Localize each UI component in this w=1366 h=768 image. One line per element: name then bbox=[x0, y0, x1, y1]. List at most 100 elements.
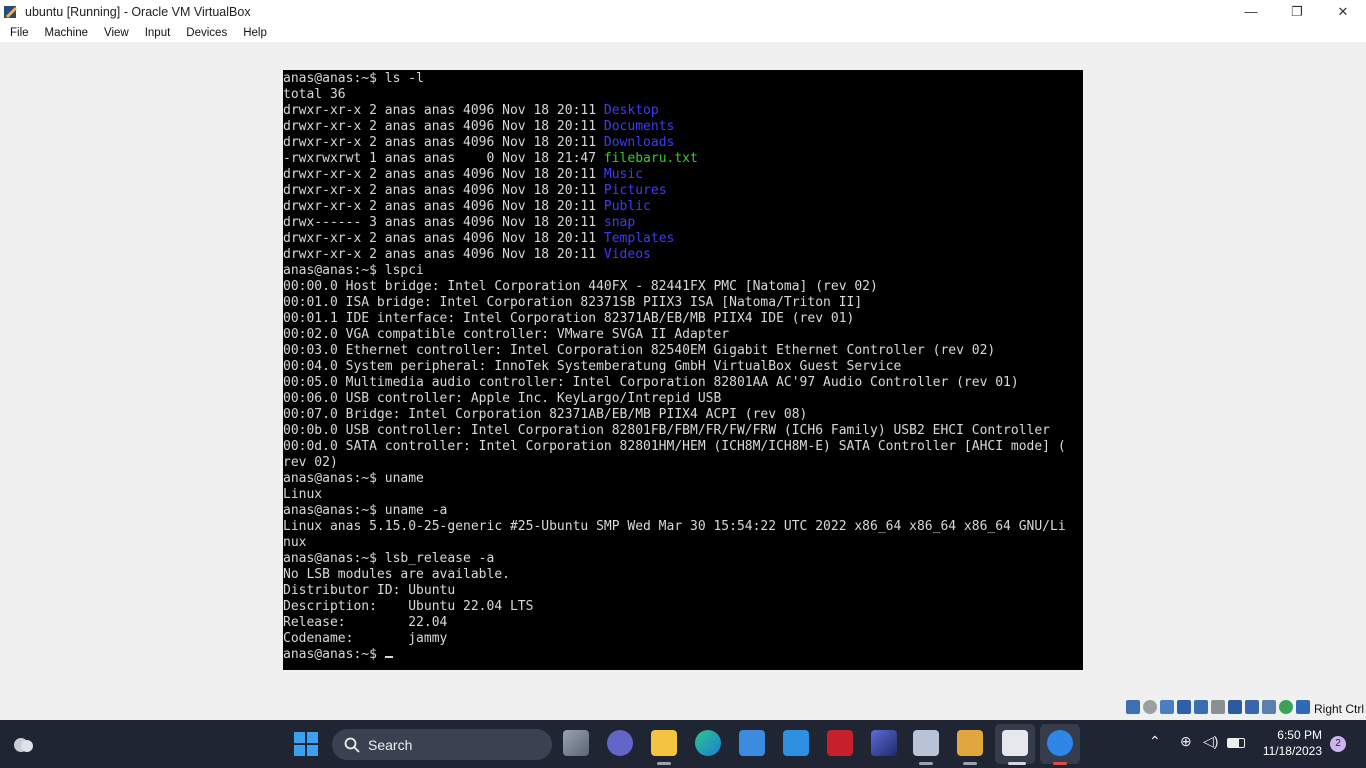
notification-badge[interactable]: 2 bbox=[1330, 736, 1346, 752]
shared-folders-icon[interactable] bbox=[1211, 700, 1225, 714]
terminal-line-text: 00:0b.0 USB controller: Intel Corporatio… bbox=[283, 423, 1051, 438]
teams-chat-icon[interactable] bbox=[607, 730, 633, 756]
windows-start-icon[interactable] bbox=[294, 732, 318, 756]
terminal-line: Distributor ID: Ubuntu bbox=[283, 583, 1066, 599]
clock-time: 6:50 PM bbox=[1277, 728, 1322, 742]
guest-additions-icon[interactable] bbox=[1279, 700, 1293, 714]
microsoft-store-icon[interactable] bbox=[739, 730, 765, 756]
terminal-line-text: anas@anas:~$ uname -a bbox=[283, 503, 448, 518]
terminal-line: 00:02.0 VGA compatible controller: VMwar… bbox=[283, 327, 1066, 343]
display-icon[interactable] bbox=[1228, 700, 1242, 714]
menu-file[interactable]: File bbox=[4, 27, 35, 39]
clock-date: 11/18/2023 bbox=[1262, 744, 1322, 758]
host-key-label: Right Ctrl bbox=[1313, 702, 1364, 716]
show-hidden-icons-chevron-icon[interactable]: ⌃ bbox=[1149, 733, 1161, 750]
file-name: Documents bbox=[603, 119, 675, 134]
terminal-line: 00:0b.0 USB controller: Intel Corporatio… bbox=[283, 423, 1066, 439]
weather-icon[interactable] bbox=[10, 732, 36, 756]
terminal-line-text: drwxr-xr-x 2 anas anas 4096 Nov 18 20:11 bbox=[283, 135, 604, 150]
terminal-line-text: 00:0d.0 SATA controller: Intel Corporati… bbox=[283, 439, 1066, 454]
terminal-line-text: No LSB modules are available. bbox=[283, 567, 510, 582]
terminal-line: rev 02) bbox=[283, 455, 1066, 471]
terminal-line-text: anas@anas:~$ uname bbox=[283, 471, 424, 486]
audio-icon[interactable] bbox=[1160, 700, 1174, 714]
terminal-line-text: drwxr-xr-x 2 anas anas 4096 Nov 18 20:11 bbox=[283, 247, 604, 262]
terminal-line: 00:06.0 USB controller: Apple Inc. KeyLa… bbox=[283, 391, 1066, 407]
terminal-line-text: 00:01.1 IDE interface: Intel Corporation… bbox=[283, 311, 855, 326]
terminal-line-text: -rwxrwxrwt 1 anas anas 0 Nov 18 21:47 bbox=[283, 151, 604, 166]
virtualbox-vm-icon[interactable] bbox=[1002, 730, 1028, 756]
volume-icon[interactable]: ◁) bbox=[1203, 733, 1218, 750]
taskbar-search[interactable]: Search bbox=[332, 729, 552, 760]
menu-machine[interactable]: Machine bbox=[39, 27, 94, 39]
file-name: Music bbox=[603, 167, 644, 182]
terminal-line: drwxr-xr-x 2 anas anas 4096 Nov 18 20:11… bbox=[283, 135, 1066, 151]
terminal-line-text: drwxr-xr-x 2 anas anas 4096 Nov 18 20:11 bbox=[283, 167, 604, 182]
battery-icon[interactable] bbox=[1227, 738, 1245, 748]
terminal-line: 00:0d.0 SATA controller: Intel Corporati… bbox=[283, 439, 1066, 455]
menu-help[interactable]: Help bbox=[237, 27, 273, 39]
terminal-line-text: rev 02) bbox=[283, 455, 338, 470]
task-view-icon[interactable] bbox=[563, 730, 589, 756]
terminal-line-text: 00:02.0 VGA compatible controller: VMwar… bbox=[283, 327, 730, 342]
edge-browser-icon[interactable] bbox=[695, 730, 721, 756]
terminal-line-text: 00:05.0 Multimedia audio controller: Int… bbox=[283, 375, 1019, 390]
media-app-icon[interactable] bbox=[871, 730, 897, 756]
window-title: ubuntu [Running] - Oracle VM VirtualBox bbox=[25, 4, 251, 19]
hard-disk-icon[interactable] bbox=[1126, 700, 1140, 714]
terminal-line-text: total 36 bbox=[283, 87, 346, 102]
file-explorer-indicator bbox=[657, 762, 671, 765]
terminal-line: total 36 bbox=[283, 87, 1066, 103]
terminal-line: drwxr-xr-x 2 anas anas 4096 Nov 18 20:11… bbox=[283, 247, 1066, 263]
taskbar-clock[interactable]: 6:50 PM 11/18/2023 bbox=[1263, 727, 1322, 759]
terminal-line: Codename: jammy bbox=[283, 631, 1066, 647]
terminal-line: drwxr-xr-x 2 anas anas 4096 Nov 18 20:11… bbox=[283, 183, 1066, 199]
terminal-output: anas@anas:~$ ls -l total 36 drwxr-xr-x 2 a… bbox=[283, 71, 1066, 663]
file-name: filebaru.txt bbox=[603, 151, 698, 166]
terminal-line: 00:00.0 Host bridge: Intel Corporation 4… bbox=[283, 279, 1066, 295]
terminal-line: 00:07.0 Bridge: Intel Corporation 82371A… bbox=[283, 407, 1066, 423]
image-app-icon[interactable] bbox=[957, 730, 983, 756]
cpu-icon[interactable] bbox=[1262, 700, 1276, 714]
terminal-line: 00:04.0 System peripheral: InnoTek Syste… bbox=[283, 359, 1066, 375]
search-icon bbox=[344, 737, 360, 753]
menu-devices[interactable]: Devices bbox=[180, 27, 233, 39]
virtualbox-manager-icon[interactable] bbox=[913, 730, 939, 756]
taskbar bbox=[0, 720, 1366, 768]
menu-view[interactable]: View bbox=[98, 27, 135, 39]
terminal-line-text: drwxr-xr-x 2 anas anas 4096 Nov 18 20:11 bbox=[283, 103, 604, 118]
vm-console[interactable]: anas@anas:~$ ls -l total 36 drwxr-xr-x 2 a… bbox=[283, 70, 1083, 670]
language-globe-icon[interactable]: ⊕ bbox=[1180, 733, 1192, 750]
network-icon[interactable] bbox=[1177, 700, 1191, 714]
close-button[interactable]: ✕ bbox=[1320, 0, 1366, 23]
terminal-line-text: drwx------ 3 anas anas 4096 Nov 18 20:11 bbox=[283, 215, 604, 230]
image-app-indicator bbox=[963, 762, 977, 765]
status-bar: Right Ctrl bbox=[0, 696, 1366, 720]
menu-input[interactable]: Input bbox=[139, 27, 177, 39]
terminal-line-text: Codename: jammy bbox=[283, 631, 448, 646]
terminal-line-text: 00:07.0 Bridge: Intel Corporation 82371A… bbox=[283, 407, 808, 422]
terminal-line-text: Linux anas 5.15.0-25-generic #25-Ubuntu … bbox=[283, 519, 1066, 534]
file-name: Pictures bbox=[603, 183, 667, 198]
search-label: Search bbox=[368, 736, 413, 753]
terminal-line: drwxr-xr-x 2 anas anas 4096 Nov 18 20:11… bbox=[283, 119, 1066, 135]
optical-drive-icon[interactable] bbox=[1143, 700, 1157, 714]
file-explorer-icon[interactable] bbox=[651, 730, 677, 756]
restore-button[interactable]: ❐ bbox=[1274, 0, 1320, 23]
minimize-button[interactable]: — bbox=[1228, 0, 1274, 23]
terminal-line: drwx------ 3 anas anas 4096 Nov 18 20:11… bbox=[283, 215, 1066, 231]
video-capture-icon[interactable] bbox=[1245, 700, 1259, 714]
terminal-line-text: Description: Ubuntu 22.04 LTS bbox=[283, 599, 534, 614]
file-name: Public bbox=[603, 199, 651, 214]
active-vm-indicator bbox=[1008, 762, 1026, 765]
mcafee-icon[interactable] bbox=[827, 730, 853, 756]
blue-app-icon[interactable] bbox=[1047, 730, 1073, 756]
terminal-line: drwxr-xr-x 2 anas anas 4096 Nov 18 20:11… bbox=[283, 103, 1066, 119]
terminal-line-text: anas@anas:~$ bbox=[283, 647, 385, 662]
terminal-line: Linux anas 5.15.0-25-generic #25-Ubuntu … bbox=[283, 519, 1066, 535]
terminal-line: anas@anas:~$ lsb_release -a bbox=[283, 551, 1066, 567]
file-name: Videos bbox=[603, 247, 651, 262]
letter-l-app-icon[interactable] bbox=[783, 730, 809, 756]
usb-icon[interactable] bbox=[1194, 700, 1208, 714]
mouse-integration-icon[interactable] bbox=[1296, 700, 1310, 714]
